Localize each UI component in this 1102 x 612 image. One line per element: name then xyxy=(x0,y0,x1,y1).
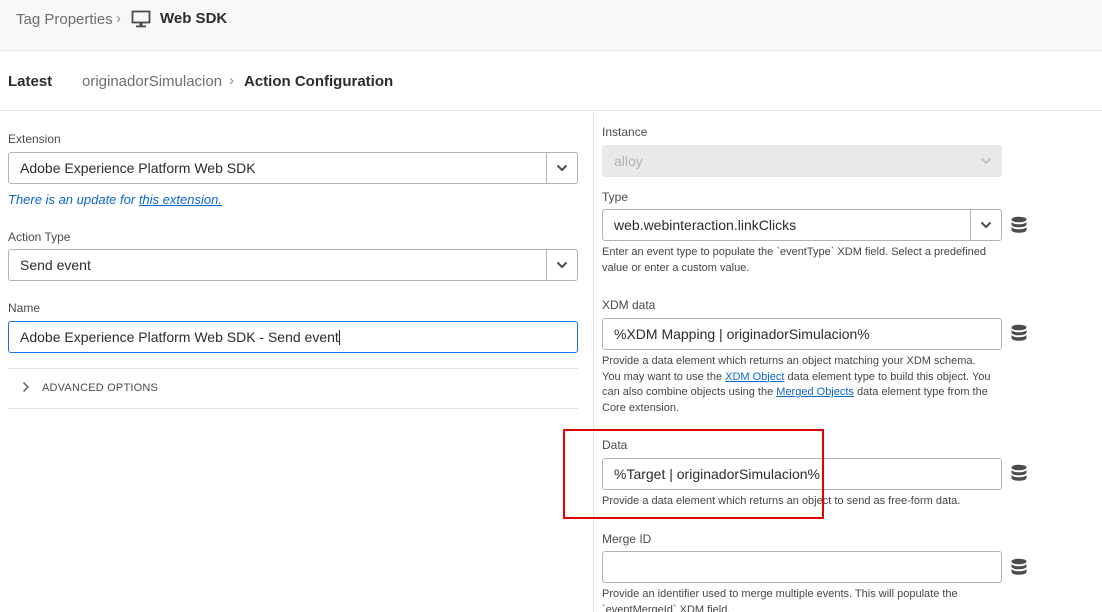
extension-select[interactable]: Adobe Experience Platform Web SDK xyxy=(8,152,578,184)
chevron-down-icon xyxy=(556,164,568,172)
breadcrumb-rule-name[interactable]: originadorSimulacion xyxy=(82,73,222,90)
advanced-options-toggle[interactable]: ADVANCED OPTIONS xyxy=(8,368,578,409)
panel-divider xyxy=(593,112,594,612)
xdm-data-value: %XDM Mapping | originadorSimulacion% xyxy=(614,326,870,342)
page-title: Action Configuration xyxy=(244,73,394,90)
breadcrumb-separator: › xyxy=(229,72,234,89)
action-type-dropdown-button[interactable] xyxy=(546,250,577,280)
advanced-options-label: ADVANCED OPTIONS xyxy=(42,382,159,394)
merged-objects-link[interactable]: Merged Objects xyxy=(776,386,854,398)
extension-label: Extension xyxy=(8,132,61,146)
highlight-box xyxy=(563,429,824,519)
text-cursor xyxy=(338,330,340,345)
breadcrumb-tag-properties[interactable]: Tag Properties xyxy=(16,11,113,28)
xdm-help-text: Provide a data element which returns an … xyxy=(602,354,1002,416)
data-element-icon[interactable] xyxy=(1010,558,1028,576)
data-element-icon[interactable] xyxy=(1010,216,1028,234)
extension-dropdown-button[interactable] xyxy=(546,153,577,183)
chevron-down-icon xyxy=(980,157,991,165)
action-type-select[interactable]: Send event xyxy=(8,249,578,281)
merge-id-help-text: Provide an identifier used to merge mult… xyxy=(602,588,958,612)
action-type-value: Send event xyxy=(20,257,91,273)
type-dropdown-button[interactable] xyxy=(970,210,1001,240)
action-type-label: Action Type xyxy=(8,230,71,244)
instance-value: alloy xyxy=(614,153,643,169)
type-label: Type xyxy=(602,190,629,204)
xdm-data-input[interactable]: %XDM Mapping | originadorSimulacion% xyxy=(602,318,1002,350)
top-bar: Tag Properties › Web SDK xyxy=(0,0,1102,51)
merge-id-input[interactable] xyxy=(602,551,1002,583)
xdm-object-link[interactable]: XDM Object xyxy=(725,371,784,383)
breadcrumb-separator: › xyxy=(116,10,121,27)
update-notice-text: There is an update for xyxy=(8,192,139,207)
xdm-help-line2: You may want to use the XDM Object data … xyxy=(602,370,1002,417)
instance-dropdown-button[interactable] xyxy=(970,146,1001,176)
data-element-icon[interactable] xyxy=(1010,464,1028,482)
name-input[interactable]: Adobe Experience Platform Web SDK - Send… xyxy=(8,321,578,353)
chevron-down-icon xyxy=(980,221,992,229)
property-title: Web SDK xyxy=(160,10,228,27)
update-extension-link[interactable]: this extension. xyxy=(139,192,222,207)
name-label: Name xyxy=(8,301,41,315)
name-value: Adobe Experience Platform Web SDK - Send… xyxy=(20,329,339,345)
monitor-icon xyxy=(131,10,151,28)
extension-value: Adobe Experience Platform Web SDK xyxy=(20,160,256,176)
xdm-data-label: XDM data xyxy=(602,298,656,312)
xdm-help-part: You may want to use the xyxy=(602,370,726,383)
merge-id-label: Merge ID xyxy=(602,532,652,546)
data-element-icon[interactable] xyxy=(1010,324,1028,342)
type-value: web.webinteraction.linkClicks xyxy=(614,217,797,233)
chevron-right-icon xyxy=(22,381,30,393)
chevron-down-icon xyxy=(556,261,568,269)
version-label[interactable]: Latest xyxy=(8,73,52,90)
xdm-help-line1: Provide a data element which returns an … xyxy=(602,355,976,367)
rule-header: Latest originadorSimulacion › Action Con… xyxy=(0,51,1102,111)
update-notice: There is an update for this extension. xyxy=(8,192,222,207)
instance-select[interactable]: alloy xyxy=(602,145,1002,177)
instance-label: Instance xyxy=(602,125,648,139)
type-combobox[interactable]: web.webinteraction.linkClicks xyxy=(602,209,1002,241)
type-help-text: Enter an event type to populate the `eve… xyxy=(602,246,987,274)
